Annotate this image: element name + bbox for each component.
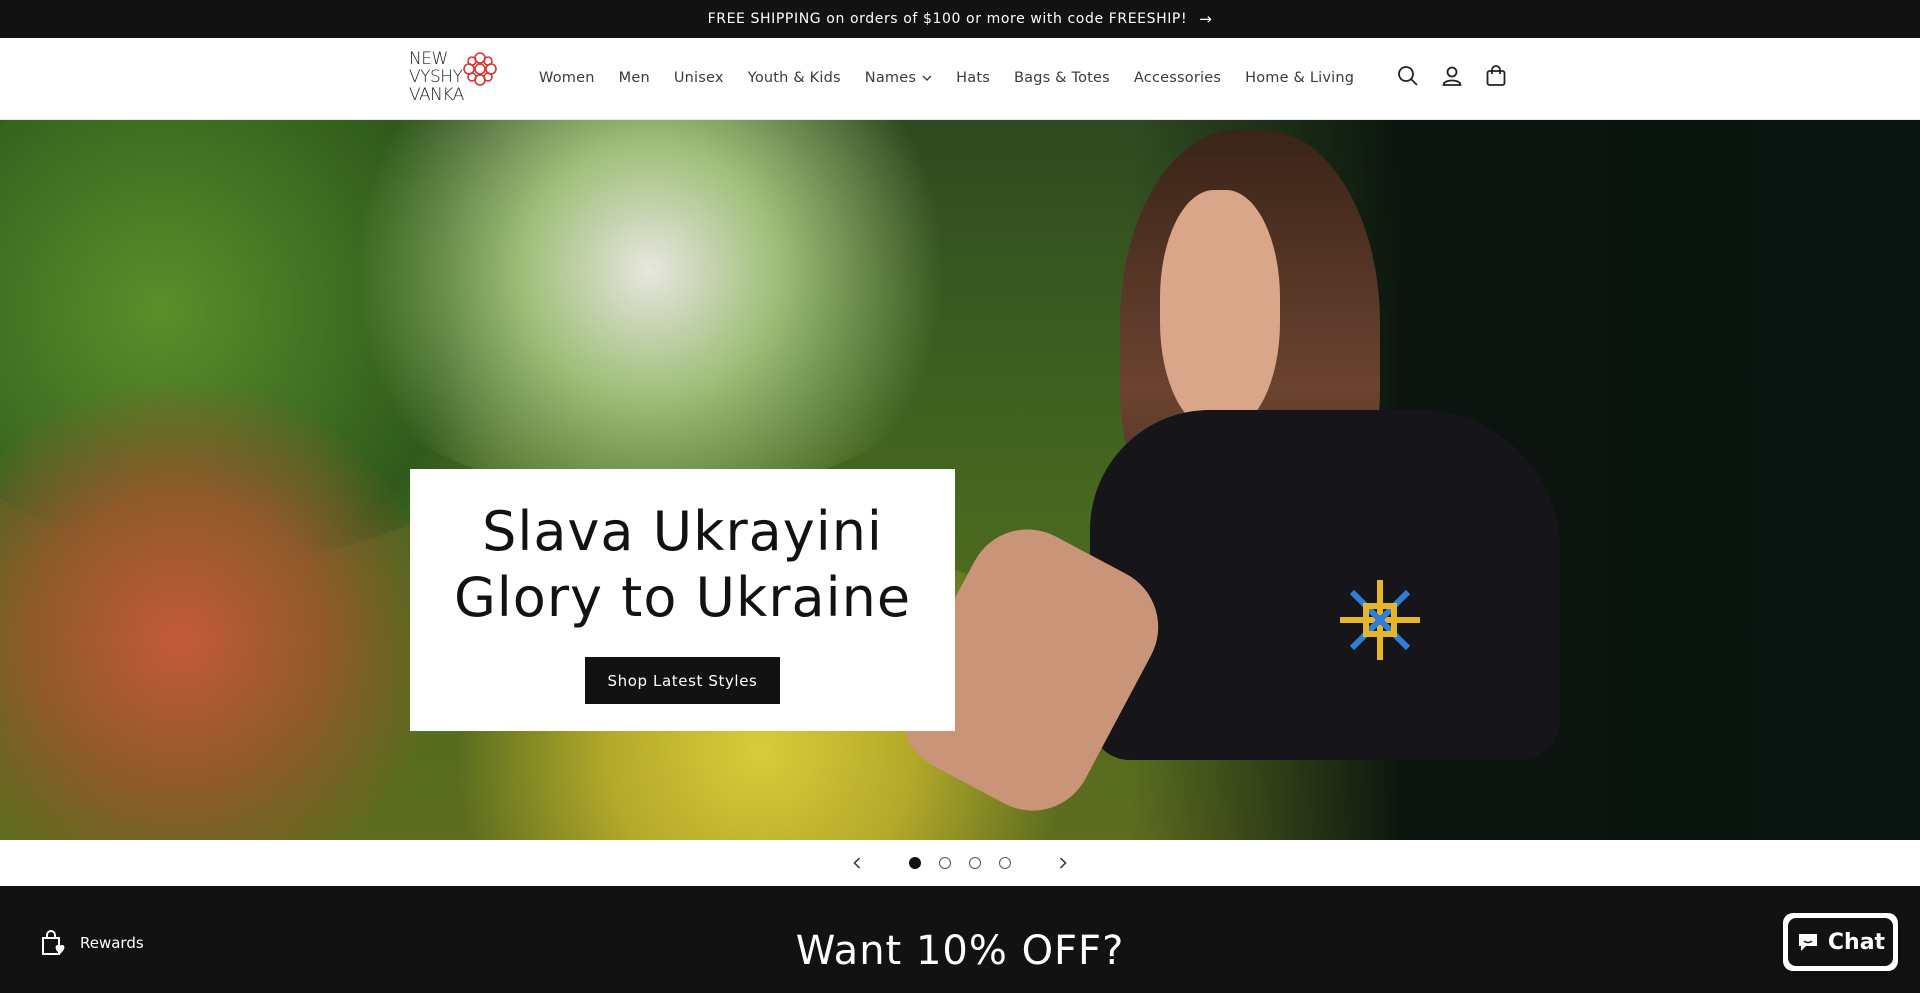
- hero-model-face: [1160, 190, 1280, 430]
- chat-bubble-icon: [1798, 934, 1817, 951]
- hero-model-shirt: [1090, 410, 1560, 760]
- nav-item-unisex[interactable]: Unisex: [674, 70, 724, 86]
- slide-dot-3[interactable]: [969, 857, 981, 869]
- chat-button-inner: Chat: [1788, 918, 1893, 966]
- arrow-right-icon: →: [1199, 10, 1213, 28]
- slide-dot-1[interactable]: [909, 857, 921, 869]
- logo[interactable]: NEW VYSHY VANKA: [409, 48, 501, 108]
- slide-next-icon[interactable]: [1041, 841, 1085, 885]
- search-icon[interactable]: [1396, 64, 1420, 88]
- chat-button[interactable]: Chat: [1783, 913, 1898, 971]
- nav-item-women[interactable]: Women: [539, 70, 595, 86]
- rewards-launcher[interactable]: Rewards: [38, 928, 144, 958]
- slide-dot-4[interactable]: [999, 857, 1011, 869]
- slide-prev-icon[interactable]: [835, 841, 879, 885]
- rewards-label: Rewards: [80, 934, 144, 952]
- hero-text-box: Slava Ukrayini Glory to Ukraine Shop Lat…: [410, 469, 955, 731]
- nav-item-names-label: Names: [864, 70, 917, 86]
- rewards-bag-heart-icon: [42, 930, 65, 955]
- nav-item-names[interactable]: Names: [865, 70, 932, 86]
- slide-dot-2[interactable]: [939, 857, 951, 869]
- embroidery-icon: [1340, 580, 1420, 660]
- chat-label: Chat: [1827, 929, 1886, 955]
- logo-wordmark: NEW VYSHY VANKA: [409, 49, 464, 105]
- hero-title-line1: Slava Ukrayini: [482, 500, 883, 563]
- account-icon[interactable]: [1440, 64, 1464, 88]
- logo-flower-icon: [463, 52, 497, 86]
- hero-banner: Slava Ukrayini Glory to Ukraine Shop Lat…: [0, 120, 1920, 840]
- slide-dots: [909, 857, 1011, 869]
- chevron-down-icon: [922, 75, 932, 81]
- newsletter-heading: Want 10% OFF?: [795, 928, 1125, 974]
- cart-icon[interactable]: [1484, 64, 1508, 88]
- site-header: NEW VYSHY VANKA Women Men Unisex Youth &…: [0, 38, 1920, 120]
- newsletter-section: Want 10% OFF?: [0, 886, 1920, 993]
- slider-controls: [0, 840, 1920, 886]
- main-nav: Women Men Unisex Youth & Kids Names Hats…: [527, 38, 1366, 118]
- nav-item-accessories[interactable]: Accessories: [1134, 70, 1221, 86]
- announcement-text: FREE SHIPPING on orders of $100 or more …: [707, 11, 1188, 27]
- hero-title: Slava Ukrayini Glory to Ukraine: [454, 499, 911, 631]
- shop-latest-styles-button[interactable]: Shop Latest Styles: [585, 657, 780, 704]
- nav-item-youth-kids[interactable]: Youth & Kids: [748, 70, 841, 86]
- hero-title-line2: Glory to Ukraine: [453, 566, 912, 629]
- nav-item-bags-totes[interactable]: Bags & Totes: [1014, 70, 1110, 86]
- nav-item-home-living[interactable]: Home & Living: [1245, 70, 1354, 86]
- header-icons: [1396, 64, 1508, 88]
- announcement-bar[interactable]: FREE SHIPPING on orders of $100 or more …: [0, 0, 1920, 38]
- nav-item-hats[interactable]: Hats: [956, 70, 990, 86]
- nav-item-men[interactable]: Men: [619, 70, 650, 86]
